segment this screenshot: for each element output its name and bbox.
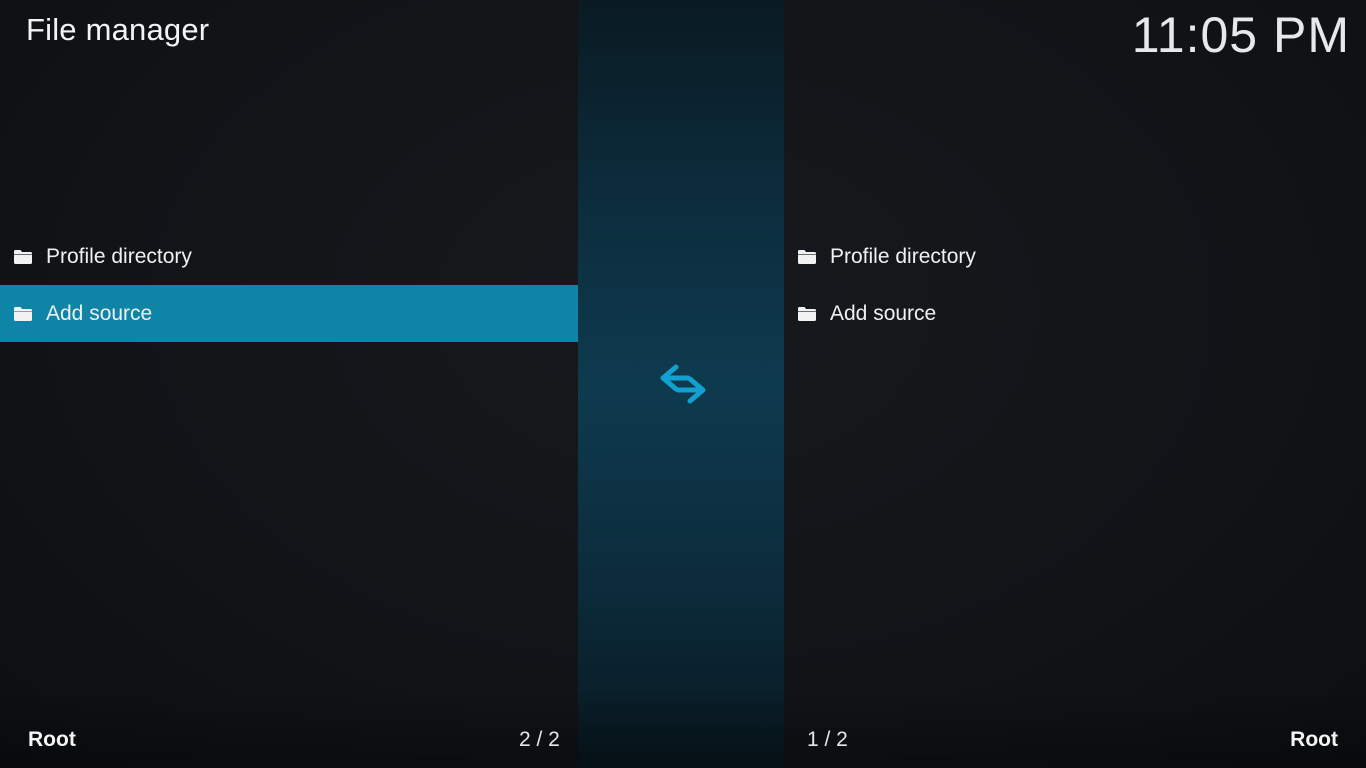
- folder-icon: [798, 249, 816, 264]
- right-file-list: Profile directory Add source: [784, 228, 1366, 342]
- swap-arrows-icon[interactable]: [658, 361, 708, 407]
- folder-icon: [14, 249, 32, 264]
- folder-icon: [798, 306, 816, 321]
- right-pane-path: Root: [1290, 728, 1338, 751]
- right-pane: Profile directory Add source: [784, 0, 1366, 768]
- left-pane-count: 2 / 2: [519, 728, 560, 751]
- list-item[interactable]: Profile directory: [0, 228, 578, 285]
- list-item[interactable]: Add source: [784, 285, 1366, 342]
- list-item-label: Add source: [46, 301, 153, 325]
- list-item-label: Profile directory: [830, 244, 976, 268]
- left-pane-path: Root: [28, 728, 76, 751]
- right-pane-count: 1 / 2: [807, 728, 848, 751]
- folder-icon: [14, 306, 32, 321]
- list-item-selected[interactable]: Add source: [0, 285, 578, 342]
- left-file-list: Profile directory Add source: [0, 228, 578, 342]
- list-item[interactable]: Profile directory: [784, 228, 1366, 285]
- list-item-label: Add source: [830, 301, 937, 325]
- left-pane: Profile directory Add source: [0, 0, 578, 768]
- file-manager-screen: File manager 11:05 PM Profile directory …: [0, 0, 1366, 768]
- list-item-label: Profile directory: [46, 244, 192, 268]
